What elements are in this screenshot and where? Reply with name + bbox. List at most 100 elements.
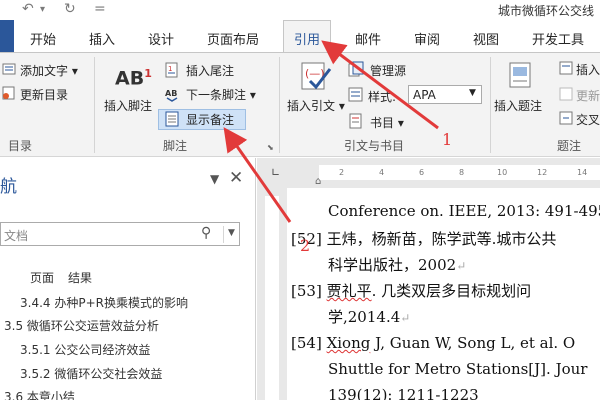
citation-style-select[interactable]: APA ▼: [408, 85, 482, 104]
manage-sources-icon: [348, 61, 364, 77]
ruler-tick-label: 12: [537, 168, 548, 177]
indent-marker-icon[interactable]: ⌂: [315, 176, 321, 187]
style-icon: [348, 87, 363, 102]
reference-text: 学,2014.4: [328, 308, 401, 326]
group-label-footnotes: 脚注: [163, 139, 188, 153]
insert-table-of-figures-button[interactable]: 插入: [576, 61, 600, 78]
customize-quick-access-icon[interactable]: =: [94, 1, 106, 17]
cross-reference-button[interactable]: 交叉: [576, 111, 600, 128]
horizontal-ruler[interactable]: ∟ 2 4 6 8 10 12 14 ⌂: [257, 158, 600, 188]
nav-tab-pages[interactable]: 页面: [30, 269, 54, 286]
cross-reference-icon: [559, 111, 573, 125]
group-label-citations: 引文与书目: [344, 139, 405, 153]
insert-table-of-figures-icon: [559, 61, 573, 75]
vertical-ruler[interactable]: [257, 188, 287, 400]
file-tab[interactable]: [0, 20, 14, 52]
document-page[interactable]: Conference on. IEEE, 2013: 491-495. [52]…: [287, 188, 600, 400]
next-footnote-button[interactable]: 下一条脚注 ▾: [186, 86, 256, 103]
doc-line: Shuttle for Metro Stations[J]. Jour: [328, 360, 588, 378]
doc-line: [54] Xiong J, Guan W, Song L, et al. O: [291, 334, 575, 352]
reference-number: [54]: [291, 334, 322, 352]
svg-text:1: 1: [168, 65, 172, 73]
tab-design[interactable]: 设计: [148, 29, 174, 48]
title-bar: ↶ ▾ ↻ = 城市微循环公交线: [0, 0, 600, 20]
tab-selector-icon[interactable]: ∟: [271, 166, 280, 179]
annotation-label-2: 2: [300, 236, 311, 255]
doc-line: Conference on. IEEE, 2013: 491-495.: [328, 202, 600, 220]
insert-endnote-icon: 1: [165, 62, 178, 78]
nav-heading-item[interactable]: 3.5.1 公交公司经济效益: [20, 341, 150, 358]
group-label-toc: 目录: [8, 139, 33, 153]
update-toc-icon: [2, 86, 15, 100]
group-separator: [94, 57, 95, 153]
annotation-label-1: 1: [442, 130, 453, 149]
update-table-button[interactable]: 更新: [576, 87, 600, 104]
tab-page-layout[interactable]: 页面布局: [207, 29, 259, 48]
ruler-tick-label: 4: [379, 168, 385, 177]
pane-options-icon[interactable]: ▼: [210, 172, 219, 186]
insert-citation-button[interactable]: 插入引文 ▾: [287, 97, 345, 114]
tab-view[interactable]: 视图: [473, 29, 499, 48]
document-title: 城市微循环公交线: [497, 4, 594, 18]
ribbon-references: 添加文字 ▾ 更新目录 目录 AB1 插入脚注 1 插入尾注 AB 下一条脚注 …: [0, 52, 600, 157]
tab-insert[interactable]: 插入: [89, 29, 115, 48]
insert-citation-icon: (—): [301, 62, 332, 90]
add-text-icon: [2, 63, 16, 75]
search-divider: [223, 226, 224, 243]
tab-review[interactable]: 审阅: [414, 29, 440, 48]
ruler-tick-label: 10: [497, 168, 508, 177]
chevron-down-icon: ▼: [469, 88, 476, 98]
reference-text: J, Guan W, Song L, et al. O: [370, 334, 576, 352]
group-label-captions: 题注: [557, 139, 582, 153]
insert-caption-icon: [509, 62, 531, 88]
nav-heading-item[interactable]: 3.4.4 办种P+R换乘模式的影响: [20, 294, 188, 311]
nav-tab-results[interactable]: 结果: [68, 269, 92, 286]
nav-heading-item[interactable]: 3.6 本章小结: [4, 388, 75, 400]
ruler-tick-label: 6: [419, 168, 425, 177]
show-notes-icon: [165, 111, 179, 127]
tab-references[interactable]: 引用: [283, 20, 332, 53]
ruler-tick-label: 8: [459, 168, 465, 177]
reference-text: . 几类双层多目标规划问: [371, 282, 532, 300]
nav-heading-item[interactable]: 3.5 微循环公交运营效益分析: [4, 317, 159, 334]
insert-footnote-button[interactable]: 插入脚注: [104, 97, 152, 114]
tab-home[interactable]: 开始: [30, 29, 56, 48]
add-text-button[interactable]: 添加文字 ▾: [20, 62, 78, 79]
footnote-dialog-launcher-icon[interactable]: ⬊: [267, 143, 274, 152]
redo-icon[interactable]: ↻: [64, 1, 76, 17]
tab-developer[interactable]: 开发工具: [532, 29, 584, 48]
close-icon[interactable]: ✕: [229, 168, 243, 188]
update-toc-button[interactable]: 更新目录: [20, 86, 68, 103]
show-notes-button[interactable]: 显示备注: [186, 111, 234, 128]
doc-line: 139(12): 1211-1223: [328, 386, 479, 400]
undo-icon[interactable]: ↶: [22, 1, 34, 17]
insert-caption-button[interactable]: 插入题注: [494, 97, 542, 114]
paragraph-mark-icon: ↵: [456, 259, 467, 273]
navigation-pane: 航 ▼ ✕ 文档 ⚲ ▼ 页面 结果 3.4.4 办种P+R换乘模式的影响 3.…: [0, 158, 256, 400]
insert-endnote-button[interactable]: 插入尾注: [186, 62, 234, 79]
undo-dropdown-icon[interactable]: ▾: [40, 4, 45, 15]
doc-line: [53] 贾礼平. 几类双层多目标规划问: [291, 280, 531, 301]
reference-text: 科学出版社，2002: [328, 256, 457, 274]
search-dropdown-icon[interactable]: ▼: [228, 228, 235, 238]
search-icon[interactable]: ⚲: [201, 225, 211, 241]
navigation-pane-title: 航: [0, 177, 17, 197]
nav-heading-item[interactable]: 3.5.2 微循环公交社会效益: [20, 365, 162, 382]
ruler-tick-label: 2: [339, 168, 345, 177]
svg-text:AB: AB: [165, 89, 177, 98]
next-footnote-icon: AB: [165, 89, 178, 102]
spelling-flagged-text: 贾礼平: [326, 282, 372, 300]
paragraph-mark-icon: ↵: [400, 311, 411, 325]
tab-mailings[interactable]: 邮件: [355, 29, 381, 48]
doc-line: 学,2014.4↵: [328, 306, 410, 327]
doc-line: [52] 王炜，杨新苗，陈学武等.城市公共: [291, 228, 556, 249]
group-separator: [490, 57, 491, 153]
search-input[interactable]: 文档 ⚲ ▼: [0, 222, 240, 246]
vertical-ruler-text-area: [265, 196, 279, 400]
ruler-tick-label: 14: [577, 168, 588, 177]
doc-line: 科学出版社，2002↵: [328, 254, 466, 275]
manage-sources-button[interactable]: 管理源: [370, 62, 406, 79]
bibliography-button[interactable]: 书目 ▾: [370, 114, 404, 131]
update-table-icon: [559, 87, 573, 101]
search-placeholder: 文档: [4, 229, 29, 243]
